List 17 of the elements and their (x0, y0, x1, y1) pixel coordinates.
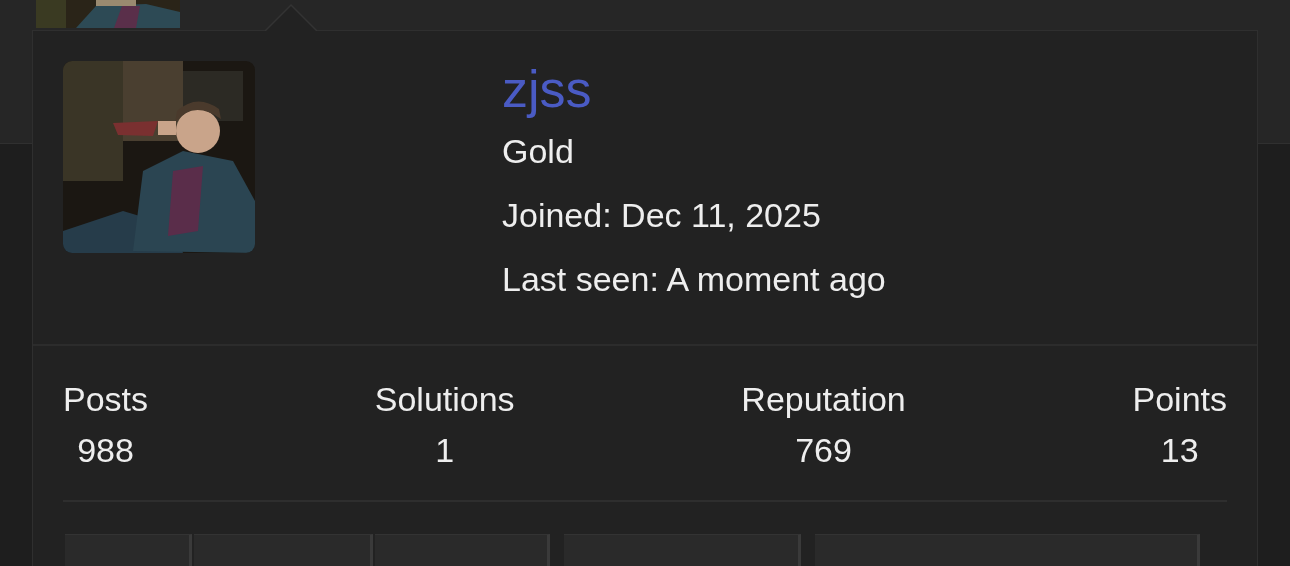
button[interactable] (65, 534, 192, 566)
last-seen: Last seen: A moment ago (502, 259, 886, 300)
username-link[interactable]: zjss (502, 59, 886, 119)
stat-label: Reputation (741, 380, 906, 419)
rank-label: Gold (502, 131, 575, 172)
stat-value: 769 (795, 431, 852, 470)
button[interactable] (375, 534, 550, 566)
joined-date: Joined: Dec 11, 2025 (502, 195, 822, 236)
button[interactable] (194, 534, 373, 566)
stat-value: 13 (1160, 431, 1199, 470)
stat-value: 1 (435, 431, 455, 470)
stat-label: Posts (63, 380, 149, 419)
stat-label: Solutions (374, 380, 515, 419)
button[interactable] (564, 534, 801, 566)
stat-label: Points (1132, 380, 1227, 419)
button[interactable] (815, 534, 1200, 566)
stat-value: 988 (77, 431, 134, 470)
